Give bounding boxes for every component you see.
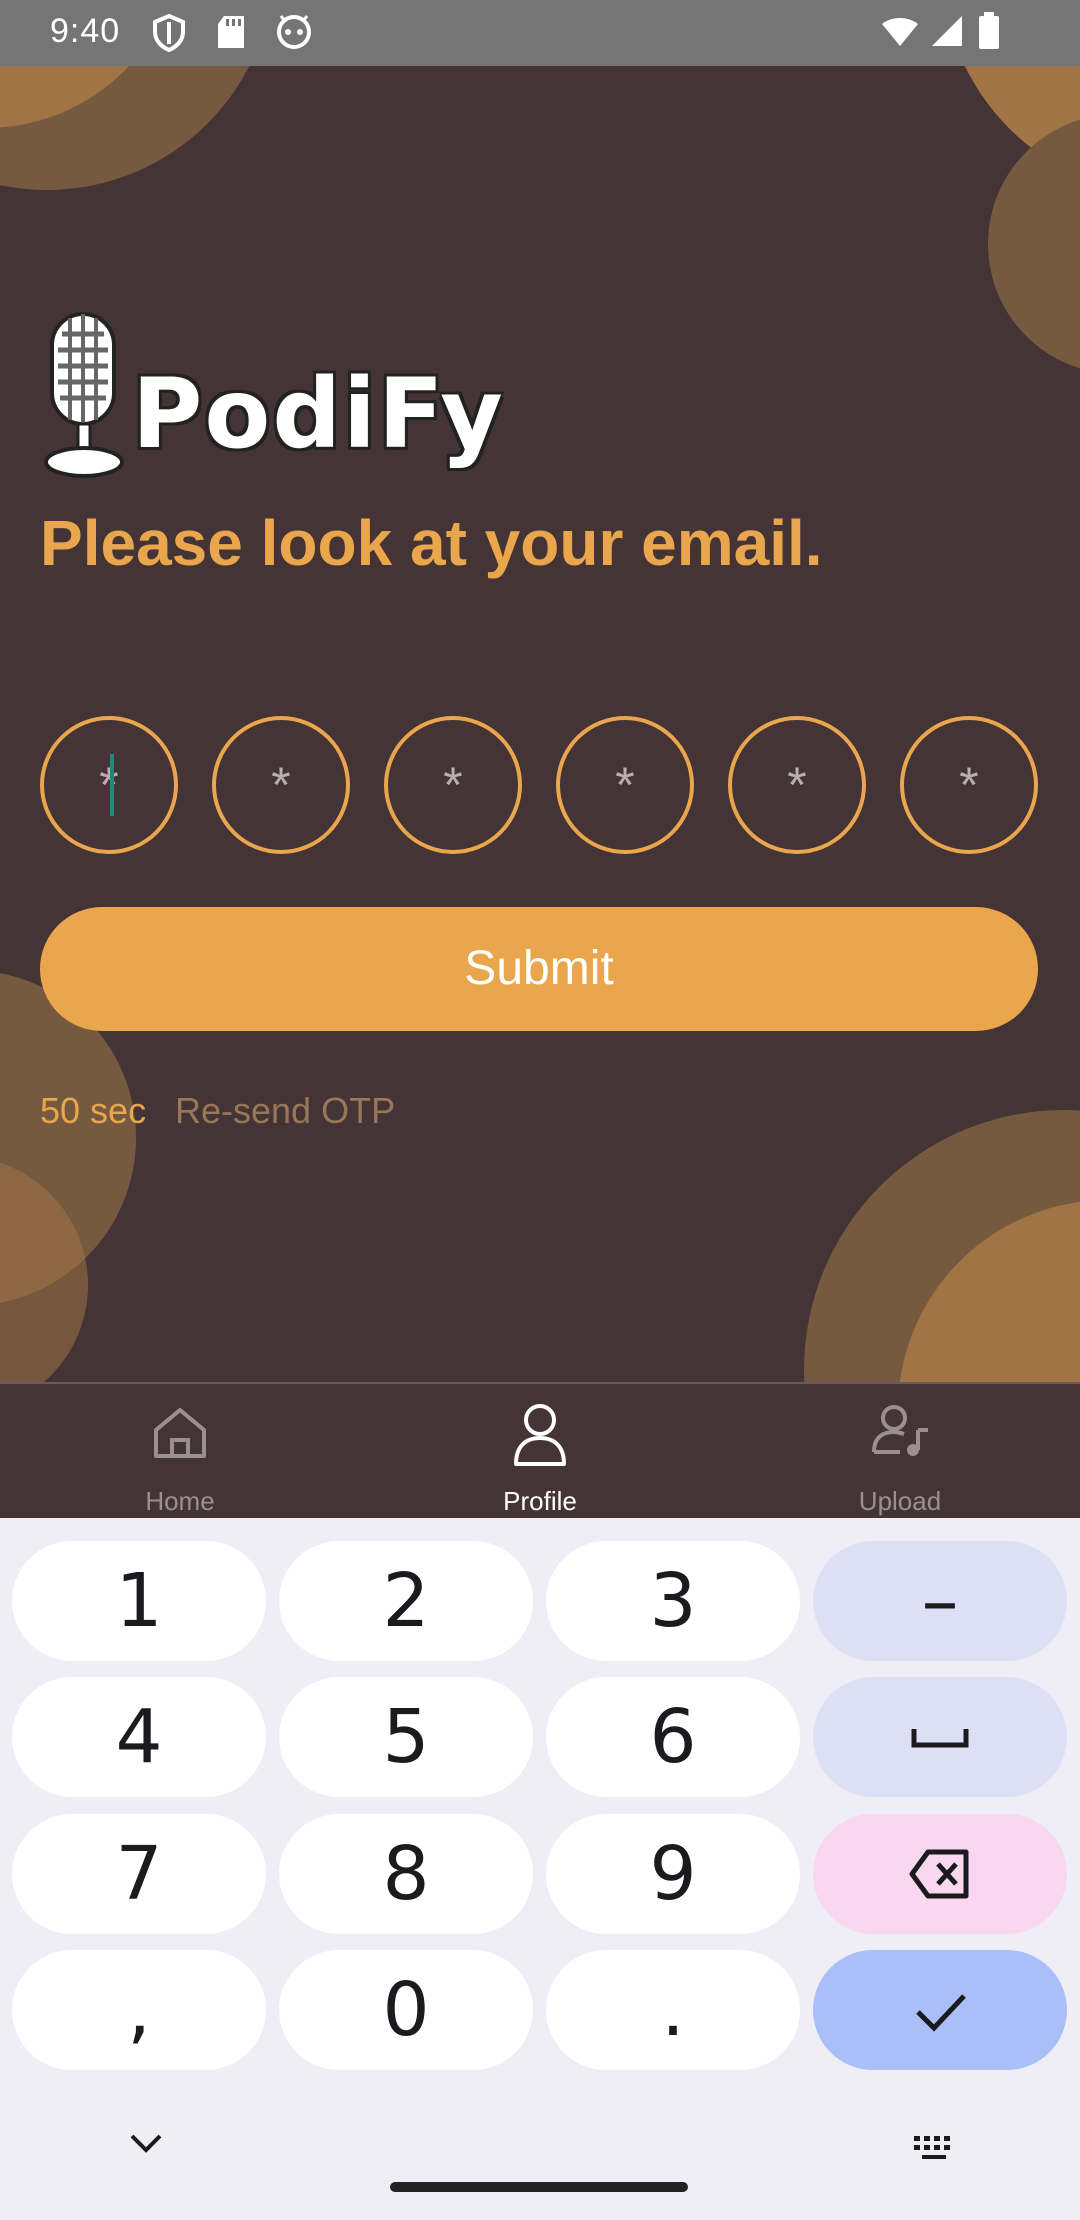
otp-placeholder: *	[959, 757, 979, 813]
key-1[interactable]: 1	[12, 1541, 266, 1661]
key-7[interactable]: 7	[12, 1814, 266, 1934]
nav-item-upload[interactable]: Upload	[720, 1384, 1080, 1520]
resend-timer: 50 sec	[40, 1090, 147, 1131]
wifi-icon	[882, 18, 918, 46]
otp-digit-3[interactable]: *	[384, 716, 522, 854]
otp-digit-5[interactable]: *	[728, 716, 866, 854]
sd-card-icon	[218, 16, 244, 48]
nav-item-profile[interactable]: Profile	[360, 1384, 720, 1520]
resend-otp-link[interactable]: Re-send OTP	[175, 1090, 395, 1132]
keyboard-switch-icon[interactable]	[912, 2134, 956, 2162]
otp-digit-4[interactable]: *	[556, 716, 694, 854]
otp-placeholder: *	[615, 757, 635, 813]
submit-button[interactable]: Submit	[40, 907, 1038, 1031]
bottom-navigation: Home Profile Upload	[0, 1382, 1080, 1520]
status-bar: 9:40	[0, 0, 1080, 66]
microphone-icon	[44, 312, 124, 478]
check-icon	[916, 1994, 966, 2032]
home-icon	[154, 1408, 206, 1458]
otp-digit-6[interactable]: *	[900, 716, 1038, 854]
otp-digit-2[interactable]: *	[212, 716, 350, 854]
key-4[interactable]: 4	[12, 1677, 266, 1797]
key-6[interactable]: 6	[546, 1677, 800, 1797]
key-space[interactable]	[813, 1677, 1067, 1797]
key-period[interactable]: .	[546, 1950, 800, 2070]
otp-input-group: * * * * * *	[40, 716, 1040, 854]
signal-icon	[932, 16, 962, 46]
otp-placeholder: *	[787, 757, 807, 813]
nav-item-home[interactable]: Home	[0, 1384, 360, 1520]
numeric-keyboard: 1 2 3 – 4 5 6 7 8 9 , 0 .	[0, 1518, 1080, 2220]
key-9[interactable]: 9	[546, 1814, 800, 1934]
space-icon	[911, 1729, 969, 1748]
key-3[interactable]: 3	[546, 1541, 800, 1661]
person-icon	[514, 1404, 566, 1466]
key-backspace[interactable]	[813, 1814, 1067, 1934]
otp-placeholder: *	[271, 757, 291, 813]
key-0[interactable]: 0	[279, 1950, 533, 2070]
nav-label: Profile	[503, 1486, 577, 1516]
decor-circle	[988, 114, 1080, 374]
logo-wordmark: PodiFy	[132, 358, 505, 470]
text-cursor	[110, 754, 114, 816]
app-screen: PodiFy Please look at your email. * * * …	[0, 66, 1080, 1384]
hide-keyboard-chevron-icon[interactable]	[126, 2130, 166, 2156]
key-dash[interactable]: –	[813, 1541, 1067, 1661]
app-logo: PodiFy	[40, 312, 503, 487]
key-done[interactable]	[813, 1950, 1067, 2070]
nav-label: Home	[145, 1486, 215, 1516]
key-2[interactable]: 2	[279, 1541, 533, 1661]
key-5[interactable]: 5	[279, 1677, 533, 1797]
otp-placeholder: *	[99, 757, 119, 813]
battery-icon	[979, 12, 999, 49]
key-comma[interactable]: ,	[12, 1950, 266, 2070]
status-time: 9:40	[50, 12, 121, 50]
person-music-icon	[872, 1405, 928, 1456]
shield-icon	[153, 14, 185, 52]
android-face-icon	[277, 15, 311, 49]
nav-label: Upload	[858, 1486, 942, 1516]
backspace-icon	[909, 1849, 969, 1899]
gesture-home-bar[interactable]	[390, 2182, 688, 2192]
otp-placeholder: *	[443, 757, 463, 813]
otp-digit-1[interactable]: *	[40, 716, 178, 854]
page-title: Please look at your email.	[40, 507, 823, 579]
key-8[interactable]: 8	[279, 1814, 533, 1934]
